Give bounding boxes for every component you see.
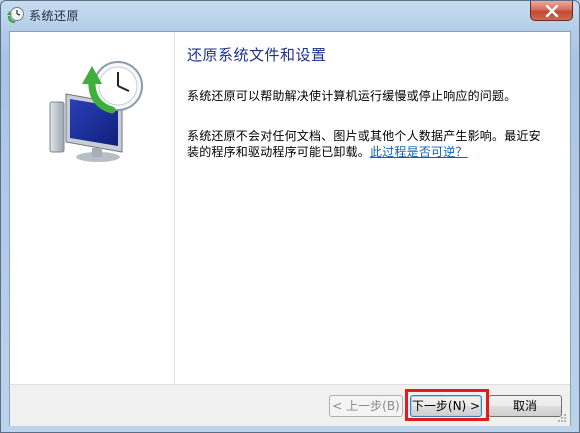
wizard-side-panel <box>10 32 174 384</box>
intro-text: 系统还原可以帮助解决使计算机运行缓慢或停止响应的问题。 <box>187 89 517 103</box>
next-button[interactable]: 下一步(N) > <box>410 395 482 417</box>
system-restore-window: 系统还原 还原系统文件和设置 系统还原可以帮助解决使计算机运行缓慢或停止响应的问… <box>0 0 580 433</box>
system-restore-computer-icon <box>49 61 143 162</box>
close-icon <box>545 5 559 17</box>
wizard-client-area: 还原系统文件和设置 系统还原可以帮助解决使计算机运行缓慢或停止响应的问题。 系统… <box>9 31 571 426</box>
info-text-body: 系统还原不会对任何文档、图片或其他个人数据产生影响。最近安装的程序和驱动程序可能… <box>187 129 541 159</box>
panel-divider <box>174 32 175 384</box>
cancel-button[interactable]: 取消 <box>488 395 562 417</box>
window-title: 系统还原 <box>29 9 80 23</box>
reversible-help-link[interactable]: 此过程是否可逆？ <box>370 145 468 159</box>
info-text: 系统还原不会对任何文档、图片或其他个人数据产生影响。最近安装的程序和驱动程序可能… <box>187 128 547 160</box>
system-restore-icon <box>7 6 25 24</box>
title-bar[interactable]: 系统还原 <box>1 1 579 29</box>
page-heading: 还原系统文件和设置 <box>187 46 327 64</box>
previous-button[interactable]: < 上一步(B) <box>329 395 403 417</box>
resize-grip-icon[interactable] <box>557 413 567 423</box>
close-button[interactable] <box>530 1 573 21</box>
wizard-button-bar: < 上一步(B) 下一步(N) > 取消 <box>10 384 570 426</box>
